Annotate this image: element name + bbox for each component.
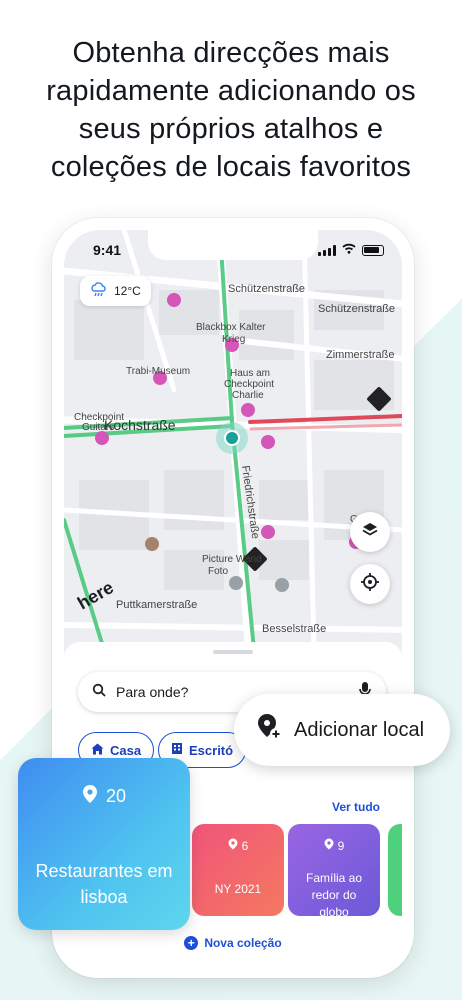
see-all-link[interactable]: Ver tudo (332, 800, 380, 814)
layers-button[interactable] (350, 512, 390, 552)
street-label: Zimmerstraße (326, 349, 394, 361)
headline: Obtenha direcções mais rapidamente adici… (0, 34, 462, 186)
status-time: 9:41 (93, 242, 122, 258)
headline-line-1: Obtenha direcções mais (72, 37, 390, 69)
locate-me-button[interactable] (350, 564, 390, 604)
collection-count: 6 (192, 838, 284, 853)
poi-label: Trabi-Museum (126, 366, 190, 377)
battery-icon (362, 244, 384, 256)
collection-card-ny-2021[interactable]: 6 NY 2021 (192, 824, 284, 916)
crosshair-icon (360, 572, 380, 597)
headline-line-2: rapidamente adicionando os (46, 75, 416, 107)
plus-circle-icon: + (184, 936, 199, 950)
add-location-pin-icon (256, 713, 282, 747)
cloud-rain-icon (90, 281, 108, 301)
office-building-icon (171, 742, 183, 758)
featured-collection-card[interactable]: 20 Restaurantes em lisboa (18, 758, 190, 930)
weather-temperature: 12°C (114, 284, 141, 298)
new-collection-label: Nova coleção (204, 936, 282, 950)
home-icon (91, 743, 104, 758)
add-place-button[interactable]: Adicionar local (234, 694, 450, 766)
signal-icon (318, 244, 336, 256)
collection-count-value: 9 (337, 838, 345, 853)
location-pin-icon (228, 838, 238, 853)
poi-label: Blackbox Kalter (196, 322, 266, 333)
collection-name: NY 2021 (214, 882, 262, 896)
search-icon (92, 683, 106, 702)
poi-label: Guitars (82, 422, 114, 433)
notch (148, 230, 318, 260)
featured-collection-name: Restaurantes em lisboa (35, 861, 173, 907)
collection-card-familia[interactable]: 9 Família ao redor do globo (288, 824, 380, 919)
poi-label: Picture Wand (202, 554, 262, 565)
current-location-dot (224, 430, 240, 446)
poi-label: Charlie (232, 390, 264, 401)
layers-icon (361, 521, 379, 544)
sheet-grabber[interactable] (213, 650, 253, 654)
collection-count: 9 (288, 838, 380, 853)
headline-line-3: seus próprios atalhos e (78, 113, 384, 145)
poi-label: Krieg (222, 334, 245, 345)
wifi-icon (342, 243, 356, 257)
street-label: Schützenstraße (318, 303, 395, 315)
location-pin-icon (82, 784, 98, 809)
street-label: Puttkamerstraße (116, 599, 197, 611)
location-pin-icon (324, 838, 334, 853)
collection-count-value: 6 (241, 838, 249, 853)
collection-name: Família ao redor do globo (305, 871, 363, 919)
poi-label: Checkpoint (224, 379, 274, 390)
headline-line-4: coleções de locais favoritos (50, 151, 412, 183)
weather-widget[interactable]: 12°C (80, 276, 151, 306)
add-place-label: Adicionar local (294, 718, 425, 741)
shortcut-office-label: Escritó (189, 742, 234, 758)
new-collection-button[interactable]: + Nova coleção (64, 936, 402, 950)
street-label: Schützenstraße (228, 283, 305, 295)
poi-label: Haus am (230, 368, 270, 379)
collection-card-partial[interactable] (388, 824, 402, 916)
poi-label: Foto (208, 566, 228, 577)
featured-collection-count-value: 20 (105, 786, 127, 806)
status-icons (318, 243, 384, 257)
featured-collection-count: 20 (18, 784, 190, 809)
street-label: Besselstraße (262, 623, 326, 635)
status-bar: 9:41 (64, 230, 402, 270)
shortcut-home-label: Casa (110, 742, 142, 758)
